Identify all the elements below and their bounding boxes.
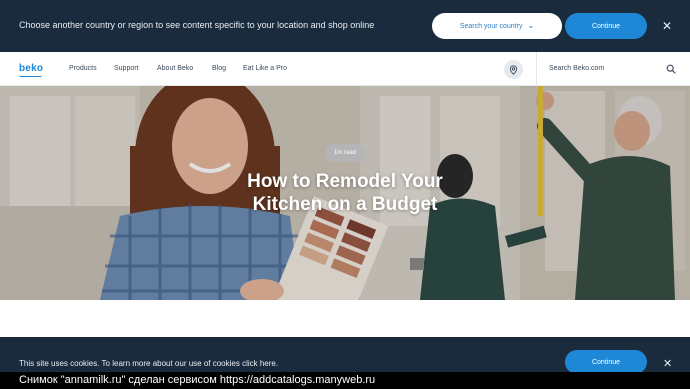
logo-smile-mark xyxy=(19,75,42,77)
hero-banner[interactable]: 1m read How to Remodel Your Kitchen on a… xyxy=(0,86,690,300)
cookie-message[interactable]: This site uses cookies. To learn more ab… xyxy=(19,359,278,368)
main-navigation: beko Products Support About Beko Blog Ea… xyxy=(0,52,690,86)
nav-item-blog[interactable]: Blog xyxy=(212,65,226,72)
search-icon[interactable] xyxy=(666,64,676,74)
close-icon[interactable]: ✕ xyxy=(662,20,672,32)
cookie-consent-bar: This site uses cookies. To learn more ab… xyxy=(0,337,690,372)
search-country-dropdown[interactable]: Search your country ⌄ xyxy=(432,13,562,39)
cookie-continue-button[interactable]: Continue xyxy=(565,350,647,372)
beko-logo[interactable]: beko xyxy=(19,63,43,74)
browser-viewport: Choose another country or region to see … xyxy=(0,0,690,372)
country-selector-bar: Choose another country or region to see … xyxy=(0,0,690,52)
search-country-label: Search your country xyxy=(459,22,523,30)
nav-item-eat-like-a-pro[interactable]: Eat Like a Pro xyxy=(243,65,287,72)
article-title-line-2: Kitchen on a Budget xyxy=(252,194,438,215)
article-title[interactable]: How to Remodel Your Kitchen on a Budget xyxy=(195,170,495,216)
close-icon[interactable]: ✕ xyxy=(663,358,672,370)
country-continue-button[interactable]: Continue xyxy=(565,13,647,39)
nav-divider xyxy=(536,52,537,86)
nav-item-products[interactable]: Products xyxy=(69,65,97,72)
chevron-down-icon: ⌄ xyxy=(527,20,535,30)
content-spacer xyxy=(0,300,690,337)
screenshot-watermark: Снимок "annamilk.ru" сделан сервисом htt… xyxy=(0,372,690,389)
site-search-input[interactable]: Search Beko.com xyxy=(549,65,604,72)
nav-item-support[interactable]: Support xyxy=(114,65,139,72)
nav-item-about-beko[interactable]: About Beko xyxy=(157,65,193,72)
country-bar-message: Choose another country or region to see … xyxy=(19,20,375,30)
article-title-line-1: How to Remodel Your xyxy=(247,171,443,192)
location-button[interactable] xyxy=(504,60,523,79)
read-time-badge: 1m read xyxy=(325,144,365,162)
location-pin-icon xyxy=(509,64,518,75)
